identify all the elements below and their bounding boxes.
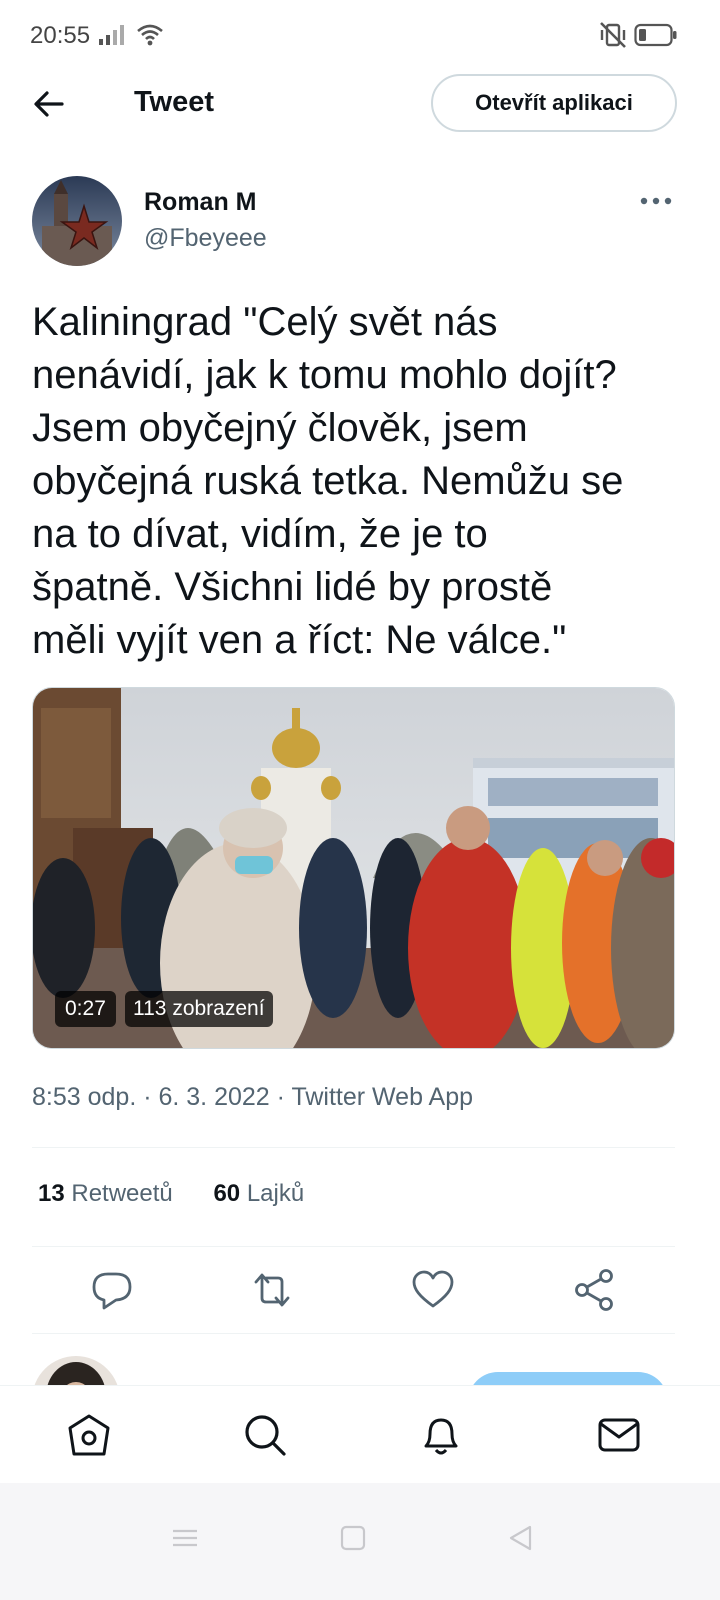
arrow-left-icon (34, 91, 64, 117)
menu-icon (173, 1529, 197, 1547)
tweet-stats: 13 Retweetů 60 Lajků (38, 1180, 338, 1208)
divider (32, 1147, 675, 1148)
share-button[interactable] (570, 1266, 618, 1314)
likes-count: 60 (213, 1180, 241, 1207)
likes-stat[interactable]: 60 Lajků (213, 1180, 304, 1208)
system-home-button[interactable] (338, 1523, 368, 1553)
back-triangle-icon (509, 1525, 532, 1551)
status-bar: 20:55 (0, 0, 720, 72)
signal-icon (99, 25, 124, 45)
search-icon (245, 1415, 286, 1456)
back-button[interactable] (30, 84, 70, 124)
more-options-button[interactable] (634, 188, 678, 214)
home-square-icon (340, 1525, 366, 1551)
system-menu-button[interactable] (170, 1523, 200, 1553)
retweets-stat[interactable]: 13 Retweetů (38, 1180, 173, 1208)
reply-icon (92, 1272, 132, 1310)
tweet-actions (32, 1266, 675, 1314)
like-icon (412, 1270, 454, 1308)
author-name[interactable]: Roman M (144, 188, 257, 217)
messages-icon (598, 1418, 640, 1452)
page-title: Tweet (134, 86, 215, 118)
avatar[interactable] (32, 176, 122, 266)
video-views: 113 zobrazení (125, 991, 273, 1027)
nav-home[interactable] (66, 1412, 112, 1458)
retweets-count: 13 (38, 1180, 65, 1207)
nav-messages[interactable] (596, 1412, 642, 1458)
like-button[interactable] (409, 1266, 457, 1314)
home-icon (68, 1414, 110, 1456)
open-app-button[interactable]: Otevřít aplikaci (431, 74, 677, 132)
likes-label: Lajků (246, 1180, 305, 1207)
reply-button[interactable] (88, 1266, 136, 1314)
wifi-icon (137, 24, 163, 46)
video-duration: 0:27 (55, 991, 116, 1027)
retweets-label: Retweetů (71, 1180, 173, 1207)
tweet-author: Roman M @Fbeyeee (32, 176, 688, 266)
nav-search[interactable] (242, 1412, 288, 1458)
retweet-button[interactable] (248, 1266, 296, 1314)
retweet-icon (254, 1273, 290, 1307)
tweet-video[interactable]: 0:27 113 zobrazení (32, 687, 675, 1049)
nav-notifications[interactable] (418, 1412, 464, 1458)
mute-vibrate-icon (600, 22, 626, 48)
share-icon (575, 1269, 613, 1311)
tweet-timestamp: 8:53 odp. · 6. 3. 2022 · Twitter Web App (32, 1083, 474, 1111)
status-time: 20:55 (30, 22, 91, 49)
author-handle[interactable]: @Fbeyeee (144, 224, 267, 253)
bottom-navigation (0, 1385, 720, 1483)
top-bar: Tweet Otevřít aplikaci (0, 72, 720, 134)
tweet-text: Kaliningrad "Celý svět nás nenávidí, jak… (32, 300, 624, 662)
system-navigation (0, 1483, 720, 1600)
more-dots-icon (640, 197, 672, 205)
notifications-icon (424, 1418, 458, 1455)
system-back-button[interactable] (506, 1523, 536, 1553)
divider (32, 1246, 675, 1247)
divider (32, 1333, 675, 1334)
battery-icon (634, 23, 677, 47)
